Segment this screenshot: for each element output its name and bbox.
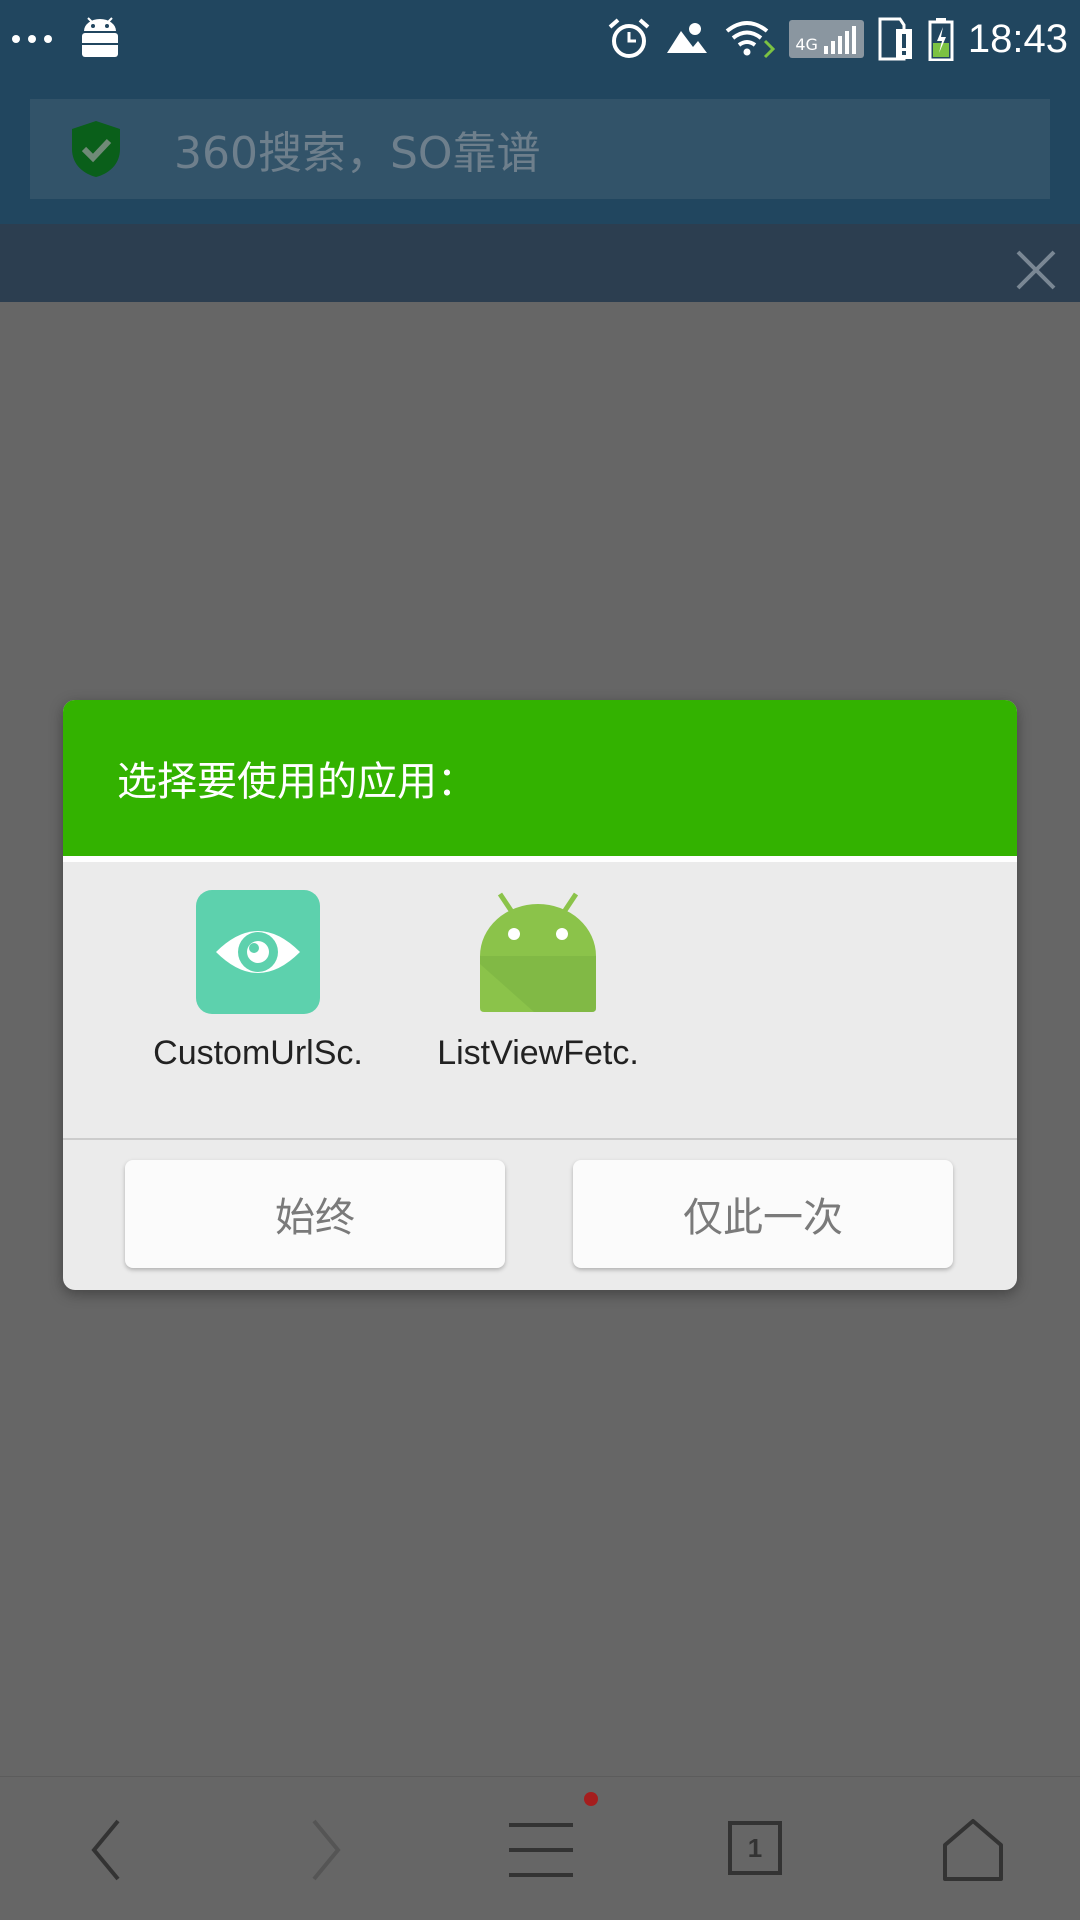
android-notification-icon (82, 17, 118, 57)
more-dots-icon (12, 35, 52, 43)
search-input[interactable]: 360搜索，SO靠谱 (30, 99, 1050, 199)
browser-header: 360搜索，SO靠谱 (0, 78, 1080, 224)
wifi-icon (726, 21, 776, 59)
status-time: 18:43 (967, 16, 1068, 61)
always-button[interactable]: 始终 (125, 1160, 505, 1268)
search-placeholder: 360搜索，SO靠谱 (174, 128, 541, 179)
app-chooser-dialog: 选择要使用的应用： CustomUrlSc. ListViewFetc. 始终 … (63, 700, 1017, 1290)
alarm-icon (608, 18, 650, 58)
battery-charging-icon (928, 18, 954, 61)
eye-app-icon (196, 890, 320, 1014)
sim-alert-icon (878, 17, 912, 61)
tabs-icon[interactable]: 1 (716, 1815, 796, 1885)
signal-icon: 4G (789, 20, 864, 58)
android-app-icon (480, 892, 596, 1012)
dialog-title: 选择要使用的应用： (117, 759, 477, 805)
shield-check-icon (72, 121, 120, 177)
dialog-button-row: 始终 仅此一次 (63, 1140, 1017, 1290)
menu-icon[interactable] (501, 1792, 598, 1885)
network-type-label: 4G (795, 35, 818, 54)
weather-icon (667, 23, 708, 53)
dialog-header: 选择要使用的应用： (63, 700, 1017, 862)
app-label: ListViewFetc. (437, 1034, 639, 1072)
close-icon[interactable] (1012, 246, 1060, 294)
just-once-button[interactable]: 仅此一次 (573, 1160, 953, 1268)
notification-bar (0, 224, 1080, 302)
app-option-listviewfetch[interactable]: ListViewFetc. (408, 890, 668, 1073)
notification-dot (584, 1792, 598, 1806)
app-label: CustomUrlSc. (153, 1034, 363, 1072)
back-icon[interactable] (66, 1815, 146, 1885)
tab-count: 1 (728, 1821, 782, 1875)
bottom-toolbar: 1 (0, 1776, 1080, 1920)
forward-icon[interactable] (286, 1815, 366, 1885)
app-list: CustomUrlSc. ListViewFetc. (63, 862, 1017, 1138)
status-bar: 4G 18:43 (0, 0, 1080, 78)
home-icon[interactable] (933, 1815, 1013, 1885)
app-option-customurlscheme[interactable]: CustomUrlSc. (128, 890, 388, 1073)
